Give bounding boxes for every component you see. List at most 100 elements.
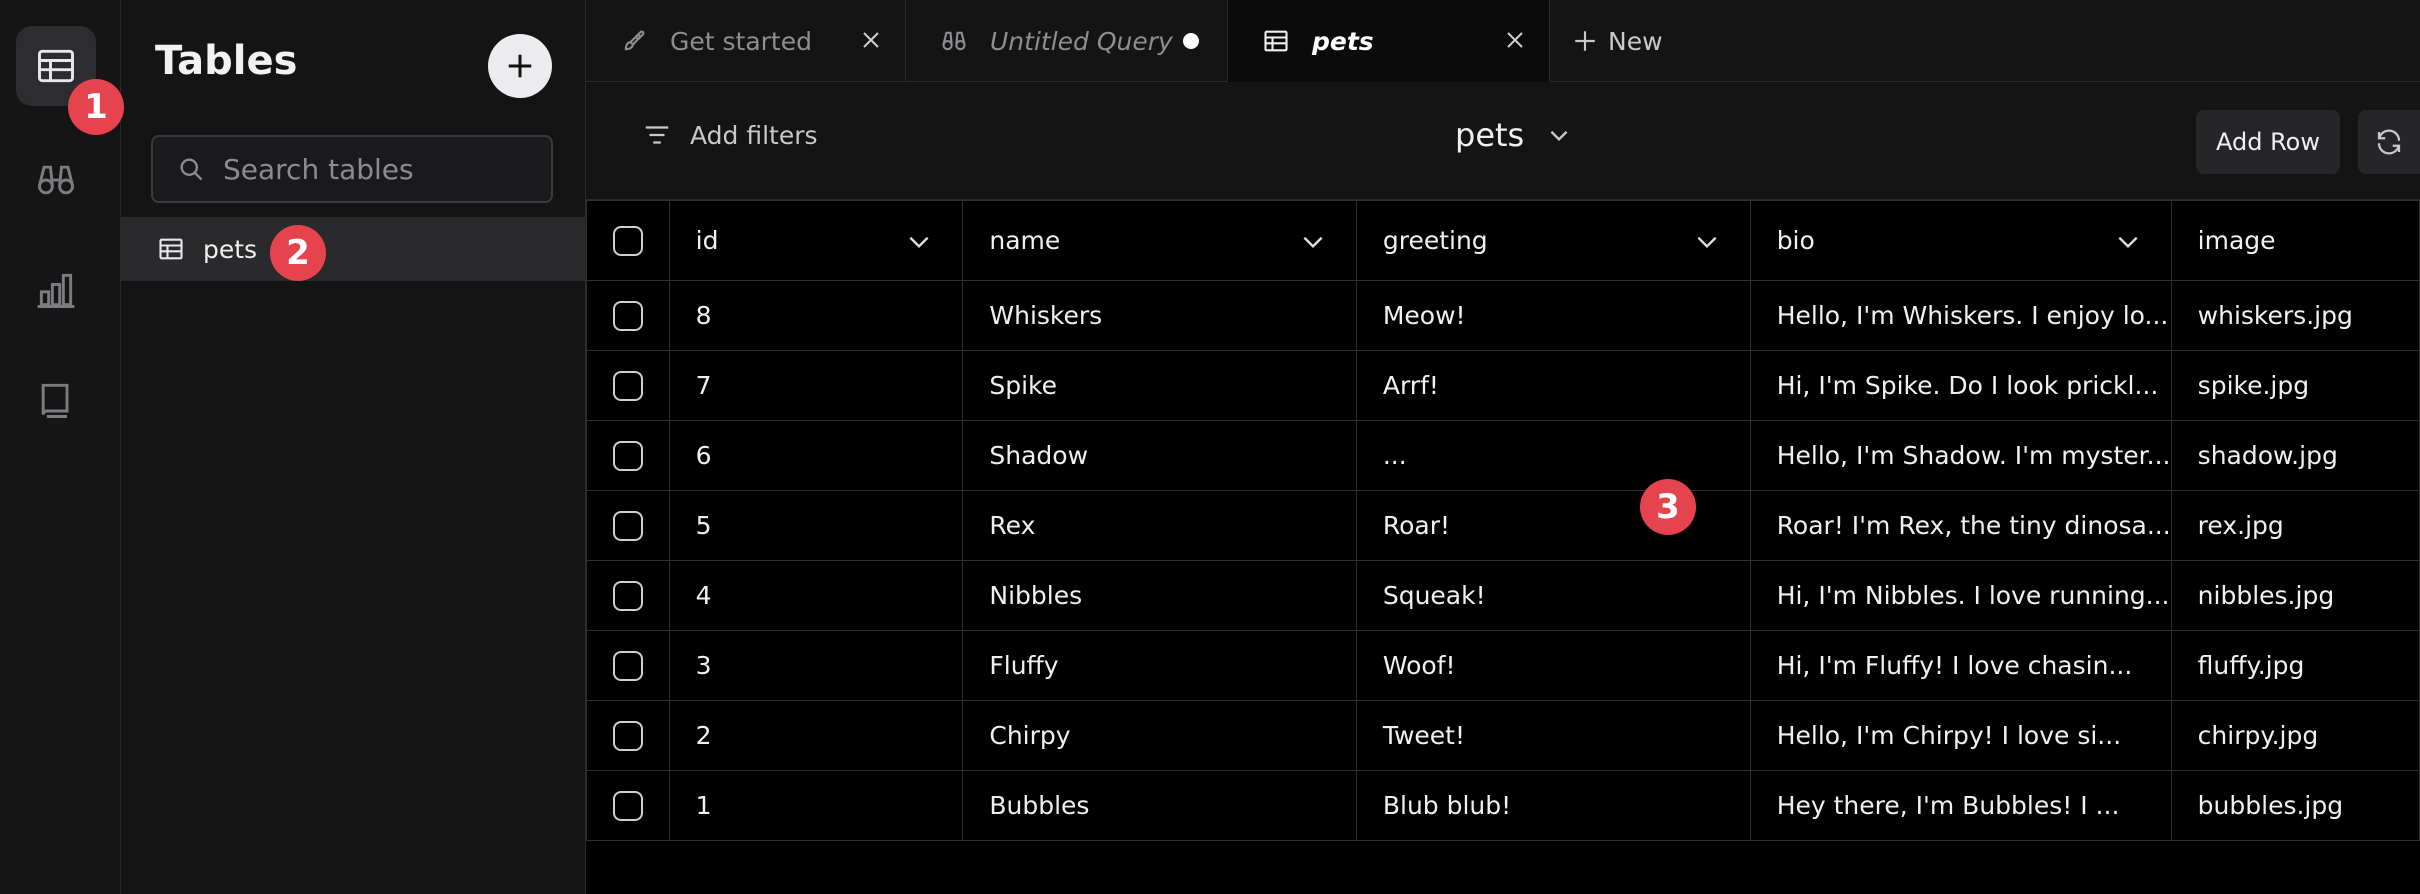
add-table-button[interactable]	[488, 34, 552, 98]
row-checkbox[interactable]	[612, 581, 643, 611]
cell-name[interactable]: Chirpy	[962, 700, 1357, 771]
column-header-id[interactable]: id	[668, 200, 964, 281]
select-all-checkbox[interactable]	[612, 226, 643, 256]
row-checkbox[interactable]	[612, 651, 643, 681]
cell-id[interactable]: 4	[668, 560, 964, 631]
add-filters-button[interactable]: Add filters	[642, 120, 818, 150]
table-row[interactable]: 4 Nibbles Squeak! Hi, I'm Nibbles. I lov…	[586, 560, 2420, 631]
close-icon[interactable]	[1503, 28, 1527, 52]
new-tab-button[interactable]: New	[1572, 0, 1663, 82]
cell-image[interactable]: whiskers.jpg	[2170, 280, 2420, 351]
cell-id[interactable]: 3	[668, 630, 964, 701]
cell-greeting[interactable]: ...	[1355, 420, 1751, 491]
pets-table: id name greeting bio image 8 Whiskers Me…	[586, 200, 2420, 841]
charts-nav-button[interactable]	[16, 250, 96, 330]
close-icon[interactable]	[859, 28, 883, 52]
chevron-down-icon[interactable]	[906, 233, 932, 251]
cell-bio[interactable]: Hi, I'm Fluffy! I love chasin...	[1749, 630, 2172, 701]
cell-greeting[interactable]: Tweet!	[1355, 700, 1751, 771]
table-row[interactable]: 3 Fluffy Woof! Hi, I'm Fluffy! I love ch…	[586, 630, 2420, 701]
row-checkbox[interactable]	[612, 301, 643, 331]
search-tables-input[interactable]	[223, 152, 523, 186]
table-row[interactable]: 5 Rex Roar! Roar! I'm Rex, the tiny dino…	[586, 490, 2420, 561]
tab-bar: Get started Untitled Query pets New	[586, 0, 2420, 82]
cell-image[interactable]: chirpy.jpg	[2170, 700, 2420, 771]
row-checkbox[interactable]	[612, 441, 643, 471]
add-row-button[interactable]: Add Row	[2196, 110, 2340, 174]
cell-name[interactable]: Shadow	[962, 420, 1357, 491]
table-select-dropdown[interactable]: pets	[1455, 116, 1572, 154]
cell-id[interactable]: 6	[668, 420, 964, 491]
rocket-icon	[624, 30, 645, 51]
plus-icon	[508, 54, 532, 78]
table-row[interactable]: 8 Whiskers Meow! Hello, I'm Whiskers. I …	[586, 280, 2420, 351]
cell-bio[interactable]: Hi, I'm Nibbles. I love running...	[1749, 560, 2172, 631]
cell-name[interactable]: Fluffy	[962, 630, 1357, 701]
annotation-marker-2: 2	[270, 225, 326, 281]
unsaved-dot-icon	[1183, 33, 1199, 49]
cell-greeting[interactable]: Meow!	[1355, 280, 1751, 351]
cell-greeting[interactable]: Woof!	[1355, 630, 1751, 701]
column-header-greeting[interactable]: greeting	[1355, 200, 1751, 281]
chevron-down-icon[interactable]	[2115, 233, 2141, 251]
chevron-down-icon	[1550, 130, 1568, 142]
plus-icon	[1575, 31, 1595, 51]
refresh-button[interactable]	[2358, 110, 2420, 174]
cell-bio[interactable]: Hey there, I'm Bubbles! I ...	[1749, 770, 2172, 841]
tab-pets[interactable]: pets	[1228, 0, 1550, 82]
cell-bio[interactable]: Hello, I'm Shadow. I'm myster...	[1749, 420, 2172, 491]
tab-get-started[interactable]: Get started	[586, 0, 906, 82]
cell-image[interactable]: rex.jpg	[2170, 490, 2420, 561]
panel-title: Tables	[155, 38, 298, 84]
cell-name[interactable]: Rex	[962, 490, 1357, 561]
cell-bio[interactable]: Roar! I'm Rex, the tiny dinosa...	[1749, 490, 2172, 561]
tab-untitled-query[interactable]: Untitled Query	[906, 0, 1228, 82]
cell-id[interactable]: 2	[668, 700, 964, 771]
row-checkbox[interactable]	[612, 371, 643, 401]
row-checkbox[interactable]	[612, 721, 643, 751]
cell-id[interactable]: 7	[668, 350, 964, 421]
column-header-bio[interactable]: bio	[1749, 200, 2172, 281]
column-header-name[interactable]: name	[962, 200, 1357, 281]
cell-greeting[interactable]: Blub blub!	[1355, 770, 1751, 841]
cell-bio[interactable]: Hello, I'm Whiskers. I enjoy lo...	[1749, 280, 2172, 351]
cell-bio[interactable]: Hi, I'm Spike. Do I look prickl...	[1749, 350, 2172, 421]
add-filters-label: Add filters	[690, 120, 818, 150]
row-checkbox[interactable]	[612, 511, 643, 541]
table-toolbar: Add filters pets Add Row	[586, 82, 2420, 200]
cell-greeting[interactable]: Arrf!	[1355, 350, 1751, 421]
table-icon	[159, 238, 183, 260]
cell-image[interactable]: fluffy.jpg	[2170, 630, 2420, 701]
cell-name[interactable]: Bubbles	[962, 770, 1357, 841]
cell-greeting[interactable]: Squeak!	[1355, 560, 1751, 631]
docs-nav-button[interactable]	[16, 360, 96, 440]
search-tables-field[interactable]	[151, 135, 553, 203]
table-row[interactable]: 7 Spike Arrf! Hi, I'm Spike. Do I look p…	[586, 350, 2420, 421]
annotation-marker-1: 1	[68, 79, 124, 135]
table-row[interactable]: 6 Shadow ... Hello, I'm Shadow. I'm myst…	[586, 420, 2420, 491]
binoculars-icon	[38, 165, 74, 195]
sidebar-item-pets[interactable]: pets	[121, 217, 585, 281]
table-row[interactable]: 1 Bubbles Blub blub! Hey there, I'm Bubb…	[586, 770, 2420, 841]
table-row[interactable]: 2 Chirpy Tweet! Hello, I'm Chirpy! I lov…	[586, 700, 2420, 771]
cell-image[interactable]: shadow.jpg	[2170, 420, 2420, 491]
binoculars-icon	[942, 31, 966, 51]
tab-label: Get started	[670, 26, 812, 56]
table-icon	[38, 49, 74, 83]
queries-nav-button[interactable]	[16, 140, 96, 220]
row-checkbox[interactable]	[612, 791, 643, 821]
tab-label: pets	[1312, 26, 1374, 56]
cell-id[interactable]: 1	[668, 770, 964, 841]
cell-image[interactable]: bubbles.jpg	[2170, 770, 2420, 841]
cell-name[interactable]: Nibbles	[962, 560, 1357, 631]
cell-id[interactable]: 8	[668, 280, 964, 351]
cell-name[interactable]: Spike	[962, 350, 1357, 421]
cell-name[interactable]: Whiskers	[962, 280, 1357, 351]
cell-bio[interactable]: Hello, I'm Chirpy! I love si...	[1749, 700, 2172, 771]
cell-image[interactable]: spike.jpg	[2170, 350, 2420, 421]
chevron-down-icon[interactable]	[1694, 233, 1720, 251]
column-header-image[interactable]: image	[2170, 200, 2420, 281]
cell-id[interactable]: 5	[668, 490, 964, 561]
cell-image[interactable]: nibbles.jpg	[2170, 560, 2420, 631]
chevron-down-icon[interactable]	[1300, 233, 1326, 251]
